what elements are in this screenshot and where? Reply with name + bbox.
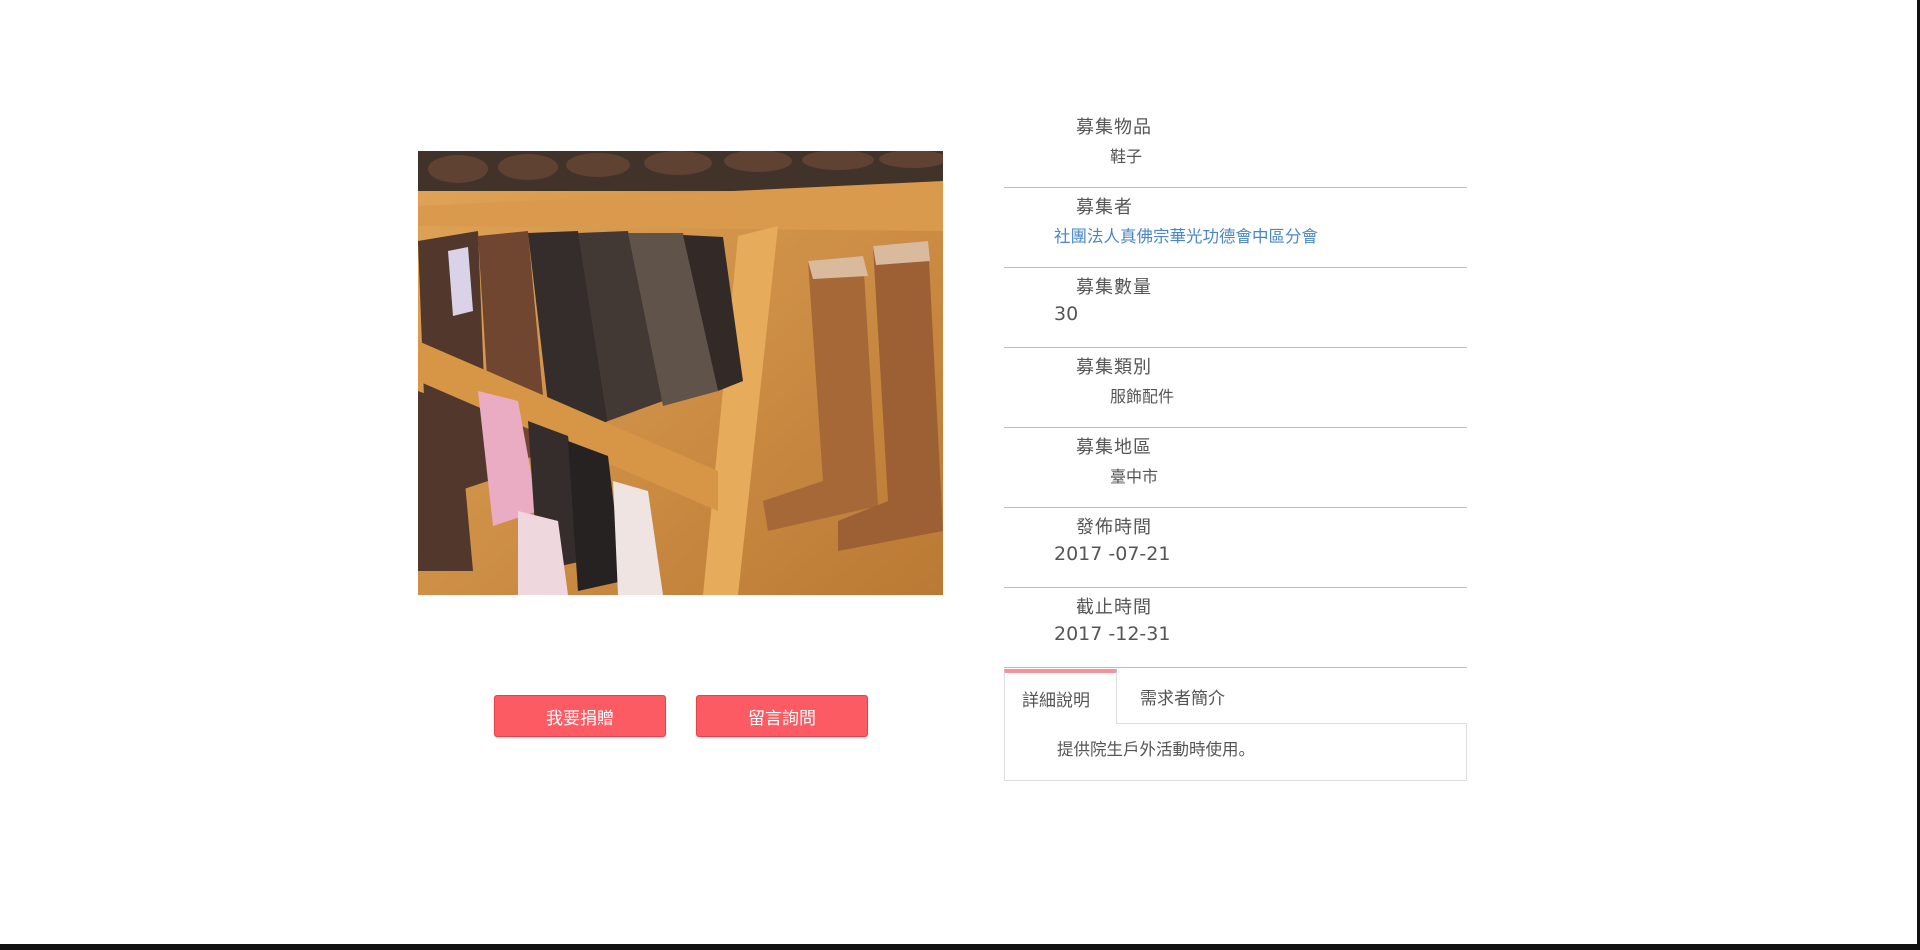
published-label: 發佈時間 <box>1076 517 1152 538</box>
detail-row-deadline: 截止時間 2017 -12-31 <box>1004 588 1467 668</box>
tab-panel-detail: 提供院生戶外活動時使用。 <box>1004 723 1467 781</box>
donate-button[interactable]: 我要捐贈 <box>494 695 666 737</box>
tab-bar: 詳細說明 需求者簡介 <box>1004 669 1467 724</box>
item-value: 鞋子 <box>1110 147 1143 166</box>
detail-text: 提供院生戶外活動時使用。 <box>1057 740 1255 759</box>
category-label: 募集類別 <box>1076 357 1152 378</box>
region-label: 募集地區 <box>1076 437 1152 458</box>
quantity-label: 募集數量 <box>1076 277 1152 298</box>
detail-row-quantity: 募集數量 30 <box>1004 268 1467 348</box>
detail-row-category: 募集類別 服飾配件 <box>1004 348 1467 428</box>
deadline-label: 截止時間 <box>1076 597 1152 618</box>
detail-row-collector: 募集者 社團法人真佛宗華光功德會中區分會 <box>1004 188 1467 268</box>
collector-link[interactable]: 社團法人真佛宗華光功德會中區分會 <box>1054 223 1318 247</box>
item-label: 募集物品 <box>1076 117 1152 138</box>
quantity-value: 30 <box>1054 303 1079 325</box>
item-details: 募集物品 鞋子 募集者 社團法人真佛宗華光功德會中區分會 募集數量 30 募集類… <box>1004 108 1467 668</box>
product-photo <box>418 151 943 595</box>
deadline-date: 2017 -12-31 <box>1054 623 1171 645</box>
inquire-button[interactable]: 留言詢問 <box>696 695 868 737</box>
description-tabs: 詳細說明 需求者簡介 提供院生戶外活動時使用。 <box>1004 669 1467 781</box>
detail-row-item: 募集物品 鞋子 <box>1004 108 1467 188</box>
region-value: 臺中市 <box>1110 467 1159 486</box>
collector-label: 募集者 <box>1076 197 1133 218</box>
category-value: 服飾配件 <box>1110 387 1175 406</box>
published-date: 2017 -07-21 <box>1054 543 1171 565</box>
detail-row-region: 募集地區 臺中市 <box>1004 428 1467 508</box>
tab-detail[interactable]: 詳細說明 <box>1004 669 1117 724</box>
tab-requester[interactable]: 需求者簡介 <box>1117 669 1257 723</box>
page-bottom-border <box>0 944 1920 950</box>
detail-row-published: 發佈時間 2017 -07-21 <box>1004 508 1467 588</box>
